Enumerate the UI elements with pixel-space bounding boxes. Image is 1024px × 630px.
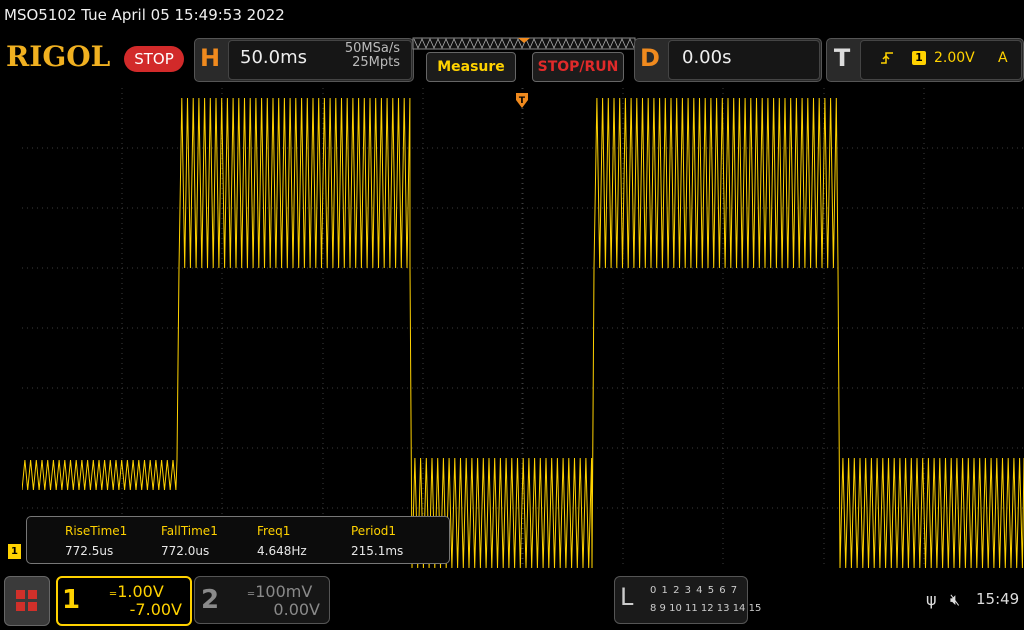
timebase-value: 50.0ms — [240, 47, 307, 68]
delay-value: 0.00s — [682, 47, 732, 68]
svg-text:T: T — [519, 96, 526, 106]
channel2-number: 2 — [201, 585, 220, 615]
trigger-source-badge: 1 — [912, 51, 926, 65]
logic-channels-row1: 0 1 2 3 4 5 6 7 — [650, 585, 739, 596]
channel1-ground-marker[interactable]: 1 — [8, 544, 21, 559]
trigger-mode: A — [998, 50, 1008, 66]
model-datetime: MSO5102 Tue April 05 15:49:53 2022 — [4, 6, 285, 24]
grid-menu-icon — [16, 590, 37, 611]
memory-overview-bar[interactable] — [412, 37, 636, 51]
logic-channels-row2: 8 9 10 11 12 13 14 15 — [650, 603, 762, 614]
brand-logo: RIGOL — [6, 40, 111, 73]
memory-depth: 25Mpts — [352, 55, 400, 70]
rising-edge-icon — [881, 52, 893, 64]
usb-icon: ψ — [926, 590, 937, 609]
channel2-scale: ═ 100mV — [248, 582, 312, 601]
measurement-label: Period1 — [351, 524, 397, 538]
measurement-value: 215.1ms — [351, 544, 404, 558]
measurement-value: 772.5us — [65, 544, 114, 558]
sample-rate: 50MSa/s — [344, 41, 400, 56]
channel2-scale-value: 100mV — [255, 582, 313, 601]
run-state-badge[interactable]: STOP — [124, 46, 184, 72]
measurement-value: 772.0us — [161, 544, 210, 558]
channel1-scale-value: 1.00V — [117, 582, 164, 601]
measurement-value: 4.648Hz — [257, 544, 307, 558]
trigger-level: 2.00V — [934, 50, 975, 66]
delay-key[interactable]: D — [634, 38, 666, 80]
channel1-offset: -7.00V — [129, 600, 182, 619]
waveform-display[interactable]: T — [22, 88, 1024, 568]
channel1-number: 1 — [62, 585, 81, 615]
status-clock: 15:49 — [976, 590, 1020, 608]
trigger-key[interactable]: T — [826, 38, 858, 80]
horizontal-key[interactable]: H — [194, 38, 226, 80]
main-menu-button[interactable] — [4, 576, 50, 626]
measurement-label: RiseTime1 — [65, 524, 128, 538]
logic-key[interactable]: L — [620, 583, 633, 611]
logic-analyzer-panel[interactable] — [614, 576, 748, 624]
mute-icon[interactable]: 🔇︎ — [950, 590, 960, 610]
sample-info: 50MSa/s 25Mpts — [330, 42, 400, 70]
channel1-scale: ═ 1.00V — [110, 582, 164, 601]
measurement-panel[interactable]: RiseTime1 772.5us FallTime1 772.0us Freq… — [26, 516, 450, 564]
measure-button[interactable]: Measure — [426, 52, 516, 82]
measurement-label: Freq1 — [257, 524, 291, 538]
channel2-offset: 0.00V — [273, 600, 320, 619]
measurement-label: FallTime1 — [161, 524, 218, 538]
stop-run-button[interactable]: STOP/RUN — [532, 52, 624, 82]
graticule: T — [22, 88, 1024, 568]
